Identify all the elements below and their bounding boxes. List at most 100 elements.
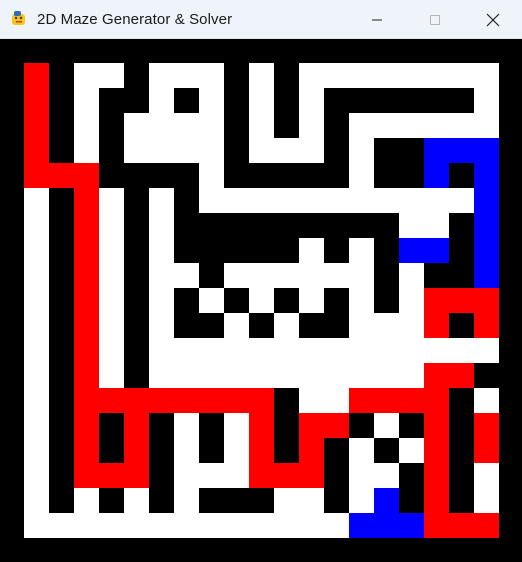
maze-path-cell [24, 488, 49, 513]
maze-path-cell [299, 238, 324, 263]
maze-path-cell [224, 413, 249, 438]
maze-explored-cell [474, 263, 499, 288]
maze-solution-cell [74, 163, 99, 188]
maze-path-cell [149, 88, 174, 113]
maze-path-cell [149, 288, 174, 313]
maze-path-cell [349, 313, 374, 338]
maze-path-cell [24, 288, 49, 313]
maze-path-cell [299, 63, 324, 88]
maze-solution-cell [74, 338, 99, 363]
maze-solution-cell [24, 88, 49, 113]
maze-solution-cell [449, 513, 474, 538]
maze-path-cell [149, 138, 174, 163]
maze-explored-cell [374, 513, 399, 538]
maximize-button[interactable] [406, 0, 464, 39]
maze-path-cell [199, 163, 224, 188]
maze-path-cell [174, 413, 199, 438]
maze-path-cell [149, 63, 174, 88]
maze-path-cell [199, 188, 224, 213]
app-window: 2D Maze Generator & Solver [0, 0, 522, 562]
maze-path-cell [24, 338, 49, 363]
maze-path-cell [399, 438, 424, 463]
maze-explored-cell [399, 513, 424, 538]
maze-path-cell [149, 188, 174, 213]
maze-path-cell [299, 388, 324, 413]
maze-path-cell [24, 463, 49, 488]
maze-path-cell [199, 288, 224, 313]
maze-solution-cell [474, 313, 499, 338]
maze-path-cell [199, 88, 224, 113]
maze-explored-cell [424, 138, 449, 163]
maze-path-cell [474, 63, 499, 88]
maze-path-cell [274, 488, 299, 513]
maze-path-cell [74, 488, 99, 513]
maze-path-cell [349, 138, 374, 163]
maze-path-cell [424, 63, 449, 88]
maze-explored-cell [474, 213, 499, 238]
maze-path-cell [24, 188, 49, 213]
maze-path-cell [224, 363, 249, 388]
maze-path-cell [399, 113, 424, 138]
maze-path-cell [474, 88, 499, 113]
maze-path-cell [124, 513, 149, 538]
maze-path-cell [224, 188, 249, 213]
minimize-button[interactable] [348, 0, 406, 39]
maze-path-cell [224, 513, 249, 538]
maze-path-cell [74, 513, 99, 538]
maze-path-cell [249, 338, 274, 363]
maze-path-cell [124, 138, 149, 163]
maze-path-cell [199, 113, 224, 138]
maze-path-cell [174, 463, 199, 488]
maze-explored-cell [474, 138, 499, 163]
maze-path-cell [349, 238, 374, 263]
maze-solution-cell [74, 363, 99, 388]
maze-path-cell [24, 413, 49, 438]
maze-path-cell [24, 438, 49, 463]
maze-path-cell [74, 88, 99, 113]
python-snake-icon [10, 10, 28, 28]
maze-solution-cell [74, 313, 99, 338]
maze-solution-cell [249, 413, 274, 438]
maze-solution-cell [24, 113, 49, 138]
maze-path-cell [399, 313, 424, 338]
maze-solution-cell [74, 463, 99, 488]
maze-path-cell [224, 438, 249, 463]
maze-solution-cell [24, 138, 49, 163]
maze-path-cell [374, 363, 399, 388]
maze-path-cell [349, 263, 374, 288]
maze-path-cell [249, 263, 274, 288]
maze-explored-cell [349, 513, 374, 538]
maze-solution-cell [199, 388, 224, 413]
maze-path-cell [249, 138, 274, 163]
maze-path-cell [74, 63, 99, 88]
maze-solution-cell [449, 363, 474, 388]
maze-path-cell [349, 488, 374, 513]
maze-path-cell [174, 63, 199, 88]
maze-path-cell [274, 313, 299, 338]
maze-solution-cell [99, 463, 124, 488]
maze-path-cell [374, 113, 399, 138]
maze-path-cell [299, 363, 324, 388]
maze-path-cell [374, 188, 399, 213]
maze-path-cell [324, 188, 349, 213]
maze-path-cell [424, 338, 449, 363]
maze-solution-cell [299, 438, 324, 463]
maze-solution-cell [424, 463, 449, 488]
maze-solution-cell [174, 388, 199, 413]
maze-path-cell [199, 363, 224, 388]
maze-path-cell [349, 288, 374, 313]
maze-path-cell [124, 488, 149, 513]
maze-path-cell [349, 463, 374, 488]
maze-path-cell [99, 513, 124, 538]
close-icon [486, 13, 500, 26]
maze-path-cell [449, 188, 474, 213]
maze-path-cell [199, 138, 224, 163]
maze-path-cell [149, 113, 174, 138]
close-button[interactable] [464, 0, 522, 39]
maze-path-cell [299, 263, 324, 288]
maze-explored-cell [474, 163, 499, 188]
maze-solution-cell [299, 413, 324, 438]
maze-solution-cell [74, 388, 99, 413]
title-bar[interactable]: 2D Maze Generator & Solver [0, 0, 522, 39]
maze-path-cell [99, 288, 124, 313]
